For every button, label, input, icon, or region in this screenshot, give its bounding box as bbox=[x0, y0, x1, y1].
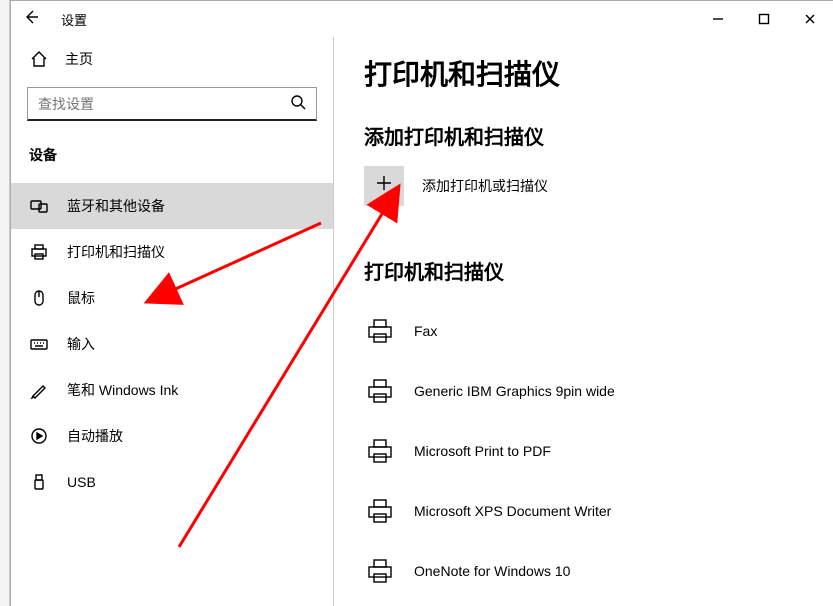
printer-name: OneNote for Windows 10 bbox=[414, 563, 570, 579]
settings-window: 设置 主页 bbox=[10, 0, 833, 606]
printer-item-ms-xps[interactable]: Microsoft XPS Document Writer bbox=[364, 481, 803, 541]
printer-icon bbox=[364, 435, 396, 467]
minimize-button[interactable] bbox=[695, 1, 741, 37]
search-box[interactable] bbox=[27, 87, 317, 121]
sidebar-item-label: USB bbox=[67, 474, 96, 490]
pen-icon bbox=[29, 381, 49, 399]
sidebar-item-usb[interactable]: USB bbox=[11, 459, 333, 505]
sidebar-item-label: 输入 bbox=[67, 334, 95, 354]
add-printer-button[interactable] bbox=[364, 166, 404, 206]
title-bar: 设置 bbox=[11, 1, 833, 37]
printer-item-ms-print-pdf[interactable]: Microsoft Print to PDF bbox=[364, 421, 803, 481]
sidebar-item-bluetooth[interactable]: 蓝牙和其他设备 bbox=[11, 183, 333, 229]
app-title: 设置 bbox=[51, 10, 87, 29]
devices-icon bbox=[29, 197, 49, 215]
sidebar-item-autoplay[interactable]: 自动播放 bbox=[11, 413, 333, 459]
printer-icon bbox=[364, 555, 396, 587]
printer-item-onenote[interactable]: OneNote for Windows 10 bbox=[364, 541, 803, 601]
sidebar-item-label: 打印机和扫描仪 bbox=[67, 242, 165, 262]
autoplay-icon bbox=[29, 427, 49, 445]
maximize-button[interactable] bbox=[741, 1, 787, 37]
search-input[interactable] bbox=[38, 96, 290, 112]
printer-icon bbox=[29, 243, 49, 261]
sidebar-item-pen[interactable]: 笔和 Windows Ink bbox=[11, 367, 333, 413]
sidebar-item-label: 笔和 Windows Ink bbox=[67, 380, 178, 400]
sidebar-item-label: 蓝牙和其他设备 bbox=[67, 196, 165, 216]
sidebar-item-label: 鼠标 bbox=[67, 288, 95, 308]
add-section-title: 添加打印机和扫描仪 bbox=[364, 121, 803, 150]
add-printer-row[interactable]: 添加打印机或扫描仪 bbox=[364, 166, 803, 206]
main-content: 打印机和扫描仪 添加打印机和扫描仪 添加打印机或扫描仪 打印机和扫描仪 Fax bbox=[334, 37, 833, 606]
printer-name: Generic IBM Graphics 9pin wide bbox=[414, 383, 615, 399]
printer-icon bbox=[364, 375, 396, 407]
sidebar-home-label: 主页 bbox=[65, 49, 93, 69]
close-button[interactable] bbox=[787, 1, 833, 37]
printer-item-wps-pdf[interactable]: 导出为WPS PDF bbox=[364, 601, 803, 606]
plus-icon bbox=[374, 173, 394, 199]
printer-icon bbox=[364, 315, 396, 347]
sidebar-home[interactable]: 主页 bbox=[11, 37, 333, 81]
printer-item-generic-ibm[interactable]: Generic IBM Graphics 9pin wide bbox=[364, 361, 803, 421]
arrow-left-icon bbox=[23, 9, 39, 30]
sidebar-section-label: 设备 bbox=[11, 135, 333, 175]
printer-name: Microsoft Print to PDF bbox=[414, 443, 551, 459]
keyboard-icon bbox=[29, 335, 49, 353]
printer-item-fax[interactable]: Fax bbox=[364, 301, 803, 361]
usb-icon bbox=[29, 473, 49, 491]
printer-name: Microsoft XPS Document Writer bbox=[414, 503, 611, 519]
page-title: 打印机和扫描仪 bbox=[364, 53, 803, 93]
sidebar-item-printers[interactable]: 打印机和扫描仪 bbox=[11, 229, 333, 275]
sidebar: 主页 设备 蓝牙和其他设备 bbox=[11, 37, 334, 606]
printers-section-title: 打印机和扫描仪 bbox=[364, 256, 803, 285]
printer-icon bbox=[364, 495, 396, 527]
home-icon bbox=[29, 50, 49, 68]
background-strip bbox=[0, 0, 10, 606]
sidebar-nav-list: 蓝牙和其他设备 打印机和扫描仪 鼠标 bbox=[11, 183, 333, 505]
sidebar-item-label: 自动播放 bbox=[67, 426, 123, 446]
mouse-icon bbox=[29, 289, 49, 307]
printer-list: Fax Generic IBM Graphics 9pin wide Micro… bbox=[364, 301, 803, 606]
add-printer-label: 添加打印机或扫描仪 bbox=[422, 176, 548, 196]
printer-name: Fax bbox=[414, 323, 437, 339]
sidebar-item-typing[interactable]: 输入 bbox=[11, 321, 333, 367]
search-container bbox=[27, 87, 317, 121]
back-button[interactable] bbox=[11, 1, 51, 37]
search-icon bbox=[290, 94, 306, 113]
sidebar-item-mouse[interactable]: 鼠标 bbox=[11, 275, 333, 321]
